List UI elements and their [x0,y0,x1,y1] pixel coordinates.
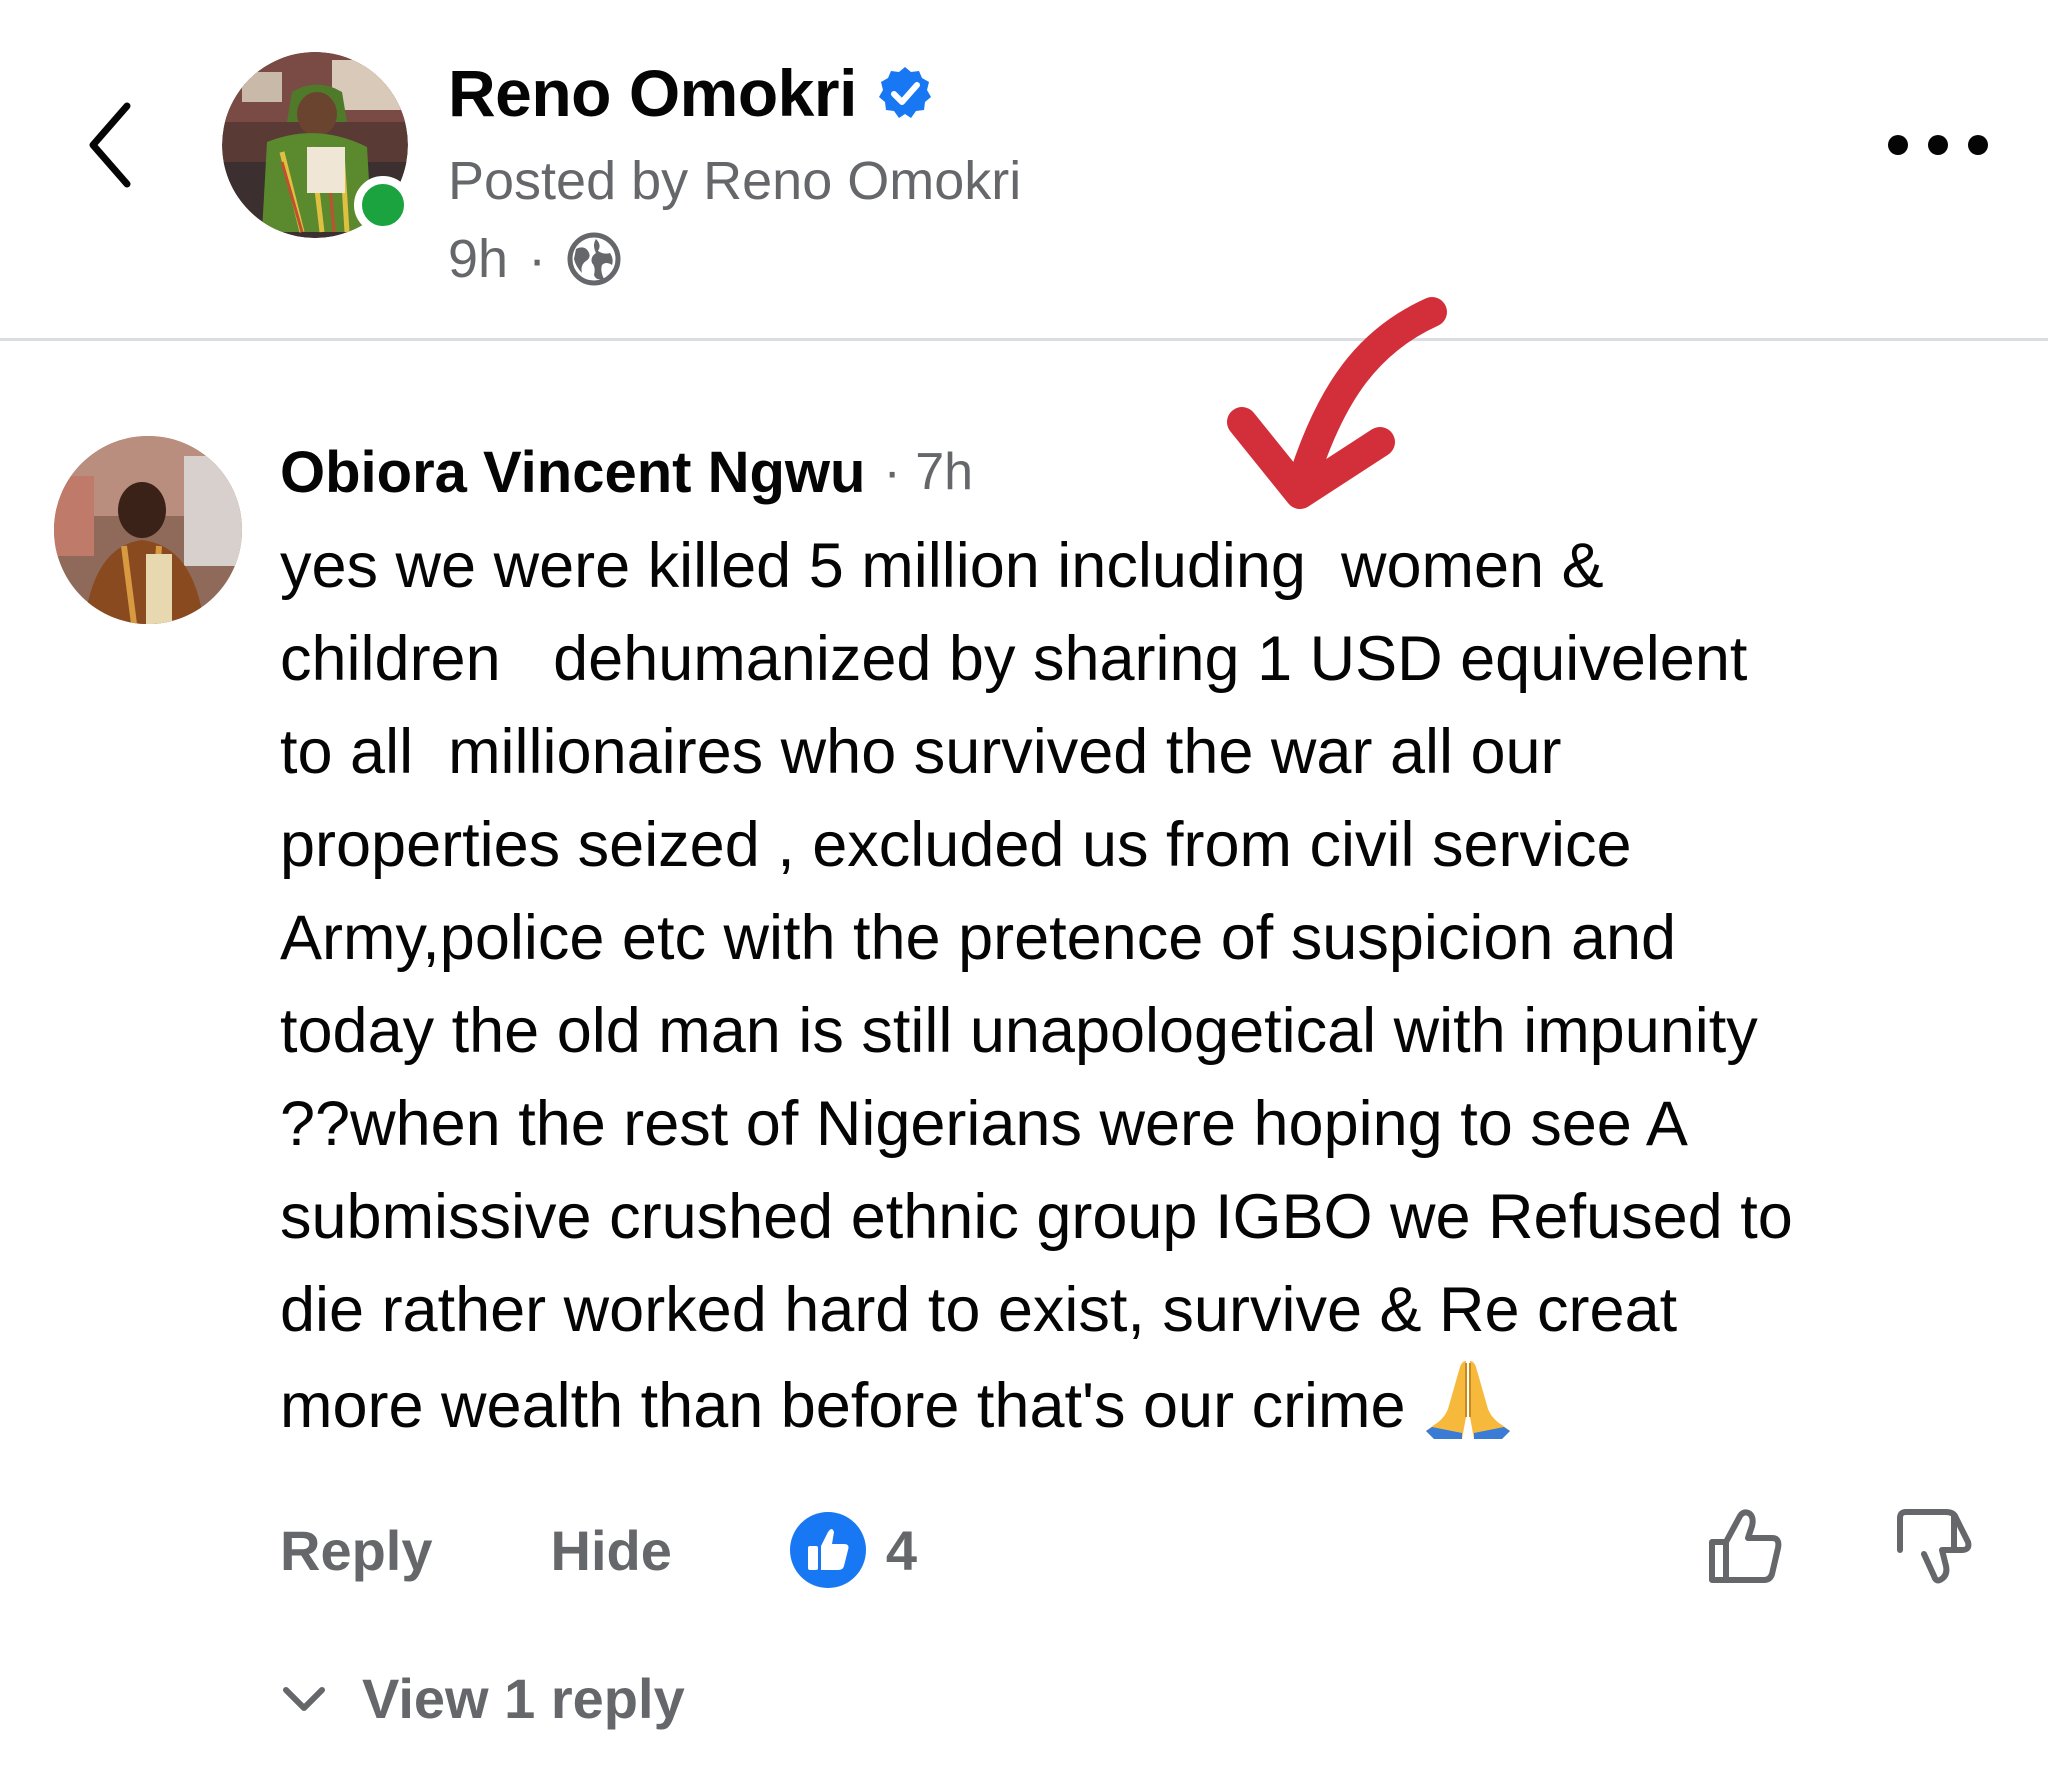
comment-text: yes we were killed 5 million including w… [280,520,2020,1450]
thumbs-up-icon[interactable] [1706,1506,1786,1586]
more-horizontal-icon [1968,135,1988,155]
comment-line-text: more wealth than before that's our crime [280,1371,1406,1441]
page-name[interactable]: Reno Omokri [448,55,857,131]
header-divider [0,338,2048,341]
view-replies-label: View 1 reply [362,1666,685,1730]
page-name-row: Reno Omokri [448,48,933,138]
comment-line: die rather worked hard to exist, survive… [280,1275,1678,1345]
comment-line: ??when the rest of Nigerians were hoping… [280,1089,1688,1159]
verified-badge-icon [878,67,931,118]
comment-line-last: more wealth than before that's our crime [280,1357,2020,1450]
comment-line: Army,police etc with the pretence of sus… [280,903,1677,973]
folded-hands-emoji-icon [1425,1361,1510,1439]
like-reaction-icon [789,1512,866,1588]
thumbs-down-icon[interactable] [1894,1506,1974,1586]
comment-line: to all millionaires who survived the war… [280,717,1562,787]
back-button[interactable] [70,90,150,200]
posted-by-label: Posted by Reno Omokri [448,151,1022,211]
more-horizontal-icon [1928,135,1948,155]
comment-line: submissive crushed ethnic group IGBO we … [280,1182,1793,1252]
annotation-arrow [1227,297,1447,509]
hide-button[interactable]: Hide [551,1518,672,1583]
online-status-indicator [354,176,412,234]
comment-author[interactable]: Obiora Vincent Ngwu [280,439,865,506]
commenter-avatar[interactable] [54,436,242,624]
comment-line: properties seized , excluded us from civ… [280,810,1632,880]
post-time[interactable]: 9h [448,228,508,290]
reaction-count: 4 [885,1518,918,1582]
chevron-down-icon [283,1687,325,1711]
comment-header: Obiora Vincent Ngwu · 7h [280,434,973,510]
post-header: Reno Omokri Posted by Reno Omokri 9h · [0,0,2048,340]
post-meta: 9h · [448,224,622,294]
globe-icon[interactable] [566,231,622,287]
more-options-button[interactable] [1888,110,1988,180]
more-horizontal-icon [1888,135,1908,155]
comment-line: today the old man is still unapologetica… [280,996,1758,1066]
meta-separator: · [528,229,547,289]
chevron-left-icon [89,102,131,188]
view-replies-button[interactable]: View 1 reply [280,1660,685,1736]
reply-button[interactable]: Reply [280,1518,433,1583]
comment-line: yes we were killed 5 million including w… [280,531,1604,601]
page-avatar[interactable] [222,52,412,238]
comment-actions: Reply Hide 4 [280,1510,917,1590]
comment-line: children dehumanized by sharing 1 USD eq… [280,624,1748,694]
comment-time[interactable]: · 7h [883,442,973,502]
avatar-image [54,436,242,624]
reaction-summary[interactable]: 4 [789,1512,918,1588]
